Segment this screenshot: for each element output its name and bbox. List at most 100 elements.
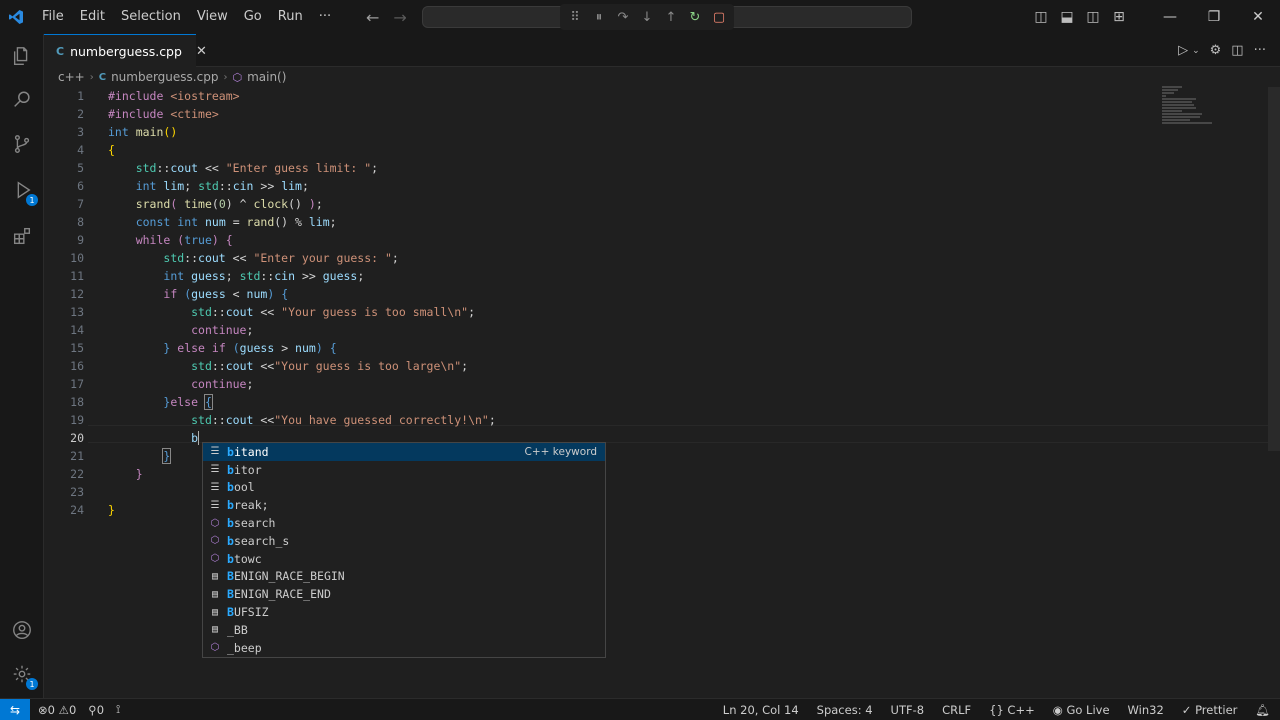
suggestion-item[interactable]: ☰ bitand C++ keyword: [203, 443, 605, 461]
broadcast-icon: ◉: [1052, 703, 1063, 717]
toggle-secondary-sidebar-icon[interactable]: ◫: [1080, 9, 1106, 25]
method-cube-icon: ⬡: [210, 517, 220, 529]
status-bar: ⇆ ⊗0 ⚠0 ⚲0 ⟟ Ln 20, Col 14 Spaces: 4 UTF…: [0, 698, 1280, 720]
search-icon[interactable]: [8, 86, 36, 114]
account-icon[interactable]: [8, 616, 36, 644]
code-line: {: [108, 143, 115, 157]
code-line: const int num = rand() % lim;: [135, 215, 337, 229]
line-number: 20: [70, 431, 84, 445]
suggestion-rest: itor: [233, 462, 262, 477]
breadcrumb-file[interactable]: numberguess.cpp: [111, 70, 218, 84]
menu-file[interactable]: File: [34, 0, 72, 34]
customize-layout-icon[interactable]: ⊞: [1106, 9, 1132, 25]
keyword-icon: ☰: [210, 464, 220, 476]
minimize-icon[interactable]: —: [1148, 9, 1192, 25]
prettier-button[interactable]: ✓ Prettier: [1182, 703, 1238, 717]
constant-icon: ▤: [211, 588, 219, 600]
close-window-icon[interactable]: ✕: [1236, 9, 1280, 25]
pause-icon[interactable]: ⏸: [590, 8, 608, 26]
cursor-position[interactable]: Ln 20, Col 14: [723, 703, 799, 717]
suggestion-match: b: [227, 533, 234, 548]
suggestion-item[interactable]: ⬡ btowc: [203, 550, 605, 568]
debug-toolbar: ⠿ ⏸ ↷ ↓ ↑ ↻ ▢: [560, 4, 734, 30]
breadcrumb-lang[interactable]: c++: [58, 70, 85, 84]
suggestion-match: B: [227, 569, 234, 584]
debug-launch-icon[interactable]: ⟟: [116, 702, 120, 717]
menu-selection[interactable]: Selection: [113, 0, 189, 34]
menu-more[interactable]: ···: [311, 0, 339, 34]
suggestion-rest: _BB: [227, 622, 248, 637]
toggle-sidebar-icon[interactable]: ◫: [1028, 9, 1054, 25]
language-mode[interactable]: {} C++: [989, 703, 1035, 717]
chevron-down-icon[interactable]: ⌄: [1192, 46, 1200, 56]
suggestion-rest: towc: [233, 551, 262, 566]
encoding[interactable]: UTF-8: [891, 703, 925, 717]
line-number: 12: [70, 287, 84, 301]
suggestion-item[interactable]: ☰ bitor: [203, 461, 605, 479]
constant-icon: ▤: [211, 624, 219, 636]
suggestion-item[interactable]: ⬡ bsearch: [203, 514, 605, 532]
suggestion-item[interactable]: ▤ BENIGN_RACE_BEGIN: [203, 568, 605, 586]
restore-icon[interactable]: ❐: [1192, 9, 1236, 25]
forward-arrow-icon[interactable]: →: [393, 8, 406, 27]
remote-indicator-icon[interactable]: ⇆: [0, 698, 30, 720]
suggestion-item[interactable]: ▤ BUFSIZ: [203, 603, 605, 621]
step-out-icon[interactable]: ↑: [662, 8, 680, 26]
back-arrow-icon[interactable]: ←: [366, 8, 379, 27]
keyword-icon: ☰: [210, 446, 220, 458]
suggestion-match: b: [227, 444, 234, 459]
suggestion-item[interactable]: ☰ break;: [203, 496, 605, 514]
debug-badge: 1: [26, 194, 38, 206]
settings-gear-icon[interactable]: 1: [8, 660, 38, 690]
minimap[interactable]: [1162, 86, 1218, 126]
ports-indicator[interactable]: ⚲0: [88, 703, 104, 717]
editor-scrollbar[interactable]: [1268, 87, 1280, 451]
warning-count: 0: [68, 702, 77, 717]
code-line: continue;: [191, 323, 254, 337]
suggestion-item[interactable]: ⬡ _beep: [203, 639, 605, 657]
menu-edit[interactable]: Edit: [72, 0, 113, 34]
go-live-button[interactable]: ◉ Go Live: [1053, 703, 1110, 717]
source-control-icon[interactable]: [8, 130, 36, 158]
suggestion-match: B: [227, 587, 234, 602]
stop-icon[interactable]: ▢: [710, 8, 728, 26]
step-into-icon[interactable]: ↓: [638, 8, 656, 26]
suggestion-item[interactable]: ▤ BENIGN_RACE_END: [203, 585, 605, 603]
line-number: 19: [70, 413, 84, 427]
close-icon[interactable]: ✕: [196, 44, 207, 59]
breadcrumb-symbol[interactable]: main(): [247, 70, 286, 84]
drag-handle-icon[interactable]: ⠿: [566, 8, 584, 26]
split-editor-icon[interactable]: ◫: [1231, 43, 1243, 58]
line-number: 16: [70, 359, 84, 373]
extensions-icon[interactable]: [8, 222, 36, 250]
run-icon[interactable]: ▷: [1178, 43, 1188, 58]
suggestion-item[interactable]: ▤ _BB: [203, 621, 605, 639]
line-number: 18: [70, 395, 84, 409]
menu-go[interactable]: Go: [236, 0, 270, 34]
bell-icon[interactable]: 🔔︎: [1255, 703, 1270, 717]
suggestion-rest: UFSIZ: [233, 605, 269, 620]
line-number: 24: [70, 503, 84, 517]
line-number: 11: [70, 269, 84, 283]
menu-run[interactable]: Run: [270, 0, 311, 34]
ports-count: 0: [96, 702, 105, 717]
explorer-icon[interactable]: [8, 42, 36, 70]
step-over-icon[interactable]: ↷: [614, 8, 632, 26]
suggestion-item[interactable]: ☰ bool: [203, 479, 605, 497]
window-controls: ◫ ⬓ ◫ ⊞ — ❐ ✕: [1028, 0, 1280, 34]
run-debug-icon[interactable]: 1: [8, 176, 38, 206]
toggle-panel-icon[interactable]: ⬓: [1054, 9, 1080, 25]
more-actions-icon[interactable]: ···: [1254, 43, 1266, 58]
problems-indicator[interactable]: ⊗0 ⚠0: [38, 703, 76, 717]
menu-view[interactable]: View: [189, 0, 236, 34]
restart-icon[interactable]: ↻: [686, 8, 704, 26]
braces-icon: {}: [989, 703, 1004, 717]
gear-icon[interactable]: ⚙: [1210, 43, 1222, 58]
indentation[interactable]: Spaces: 4: [817, 703, 873, 717]
suggestion-item[interactable]: ⬡ bsearch_s: [203, 532, 605, 550]
error-icon: ⊗: [38, 702, 48, 717]
line-number: 3: [77, 125, 84, 139]
tab-numberguess[interactable]: C numberguess.cpp ✕: [44, 34, 207, 67]
end-of-line[interactable]: CRLF: [942, 703, 971, 717]
platform[interactable]: Win32: [1128, 703, 1164, 717]
